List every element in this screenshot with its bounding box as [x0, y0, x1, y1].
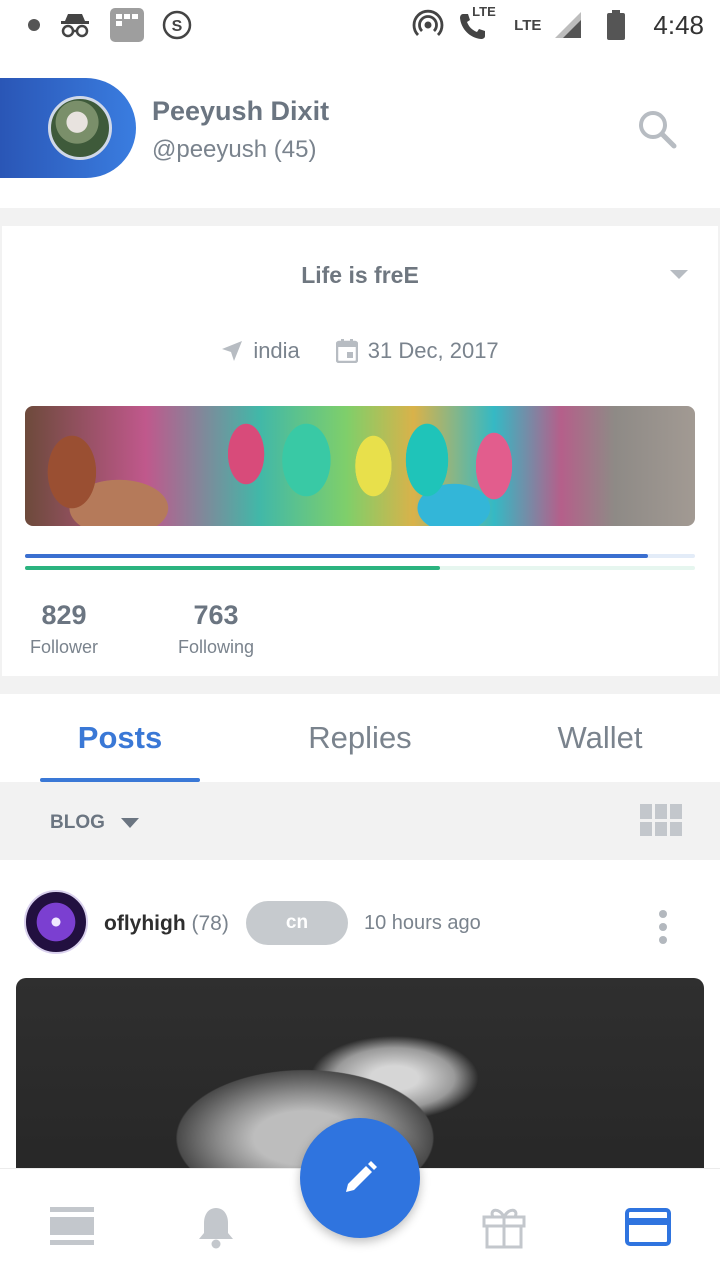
tab-replies[interactable]: Replies [240, 720, 480, 756]
compose-button[interactable] [300, 1118, 420, 1238]
search-icon [639, 111, 677, 149]
gift-icon [482, 1208, 526, 1249]
notification-dot-icon [28, 19, 40, 31]
tab-wallet[interactable]: Wallet [480, 720, 720, 756]
nav-notifications-button[interactable] [192, 1205, 240, 1249]
profile-bio: Life is freE [301, 262, 419, 288]
user-handle: @peeyush (45) [152, 136, 317, 163]
svg-text:S: S [172, 18, 183, 35]
post-author-name: oflyhigh [104, 912, 186, 935]
location-arrow-icon [222, 341, 243, 361]
incognito-icon [58, 11, 92, 39]
nav-wallet-button[interactable] [624, 1205, 672, 1249]
bio-expand-icon[interactable] [670, 270, 688, 279]
profile-tabs: Posts Replies Wallet [0, 694, 720, 782]
grid-view-button[interactable] [640, 804, 682, 836]
wifi-calling-icon: LTE [458, 4, 496, 40]
post-author-avatar[interactable] [24, 890, 88, 954]
chevron-down-icon[interactable] [121, 818, 139, 828]
s-circle-icon: S [162, 10, 192, 40]
hotspot-icon [412, 9, 444, 41]
status-time: 4:48 [653, 9, 704, 40]
profile-joined-date: 31 Dec, 2017 [367, 338, 499, 363]
profile-header: Peeyush Dixit @peeyush (45) [0, 50, 720, 208]
user-name: Peeyush Dixit [152, 96, 330, 126]
calendar-icon [335, 339, 358, 363]
lte-label-2: LTE [514, 17, 542, 34]
bell-icon [199, 1208, 233, 1249]
resource-credit-bar [25, 566, 441, 570]
signal-icon [555, 12, 582, 38]
cover-image [25, 406, 695, 526]
user-avatar[interactable] [48, 96, 112, 160]
more-options-icon[interactable] [656, 910, 670, 944]
following-stat[interactable]: 763 Following [178, 600, 254, 658]
lte-label-1: LTE [472, 4, 496, 19]
following-count: 763 [193, 600, 239, 630]
app-screen: S LTE LTE 4:48 Peeyush Dixit @peeyush (4… [0, 0, 720, 1280]
tab-posts[interactable]: Posts [0, 720, 240, 756]
nav-rewards-button[interactable] [480, 1205, 528, 1249]
post-author-reputation: (78) [191, 912, 229, 935]
follower-label: Follower [30, 637, 99, 657]
feed-filter-bar: BLOG [0, 782, 720, 860]
search-button[interactable] [636, 108, 680, 152]
voting-power-bar [25, 554, 649, 558]
profile-location: india [253, 338, 300, 363]
profile-meta: india 31 Dec, 2017 [2, 338, 718, 364]
wallet-card-icon [625, 1208, 671, 1246]
pencil-icon [346, 1161, 377, 1192]
follower-count: 829 [41, 600, 87, 630]
post-time: 10 hours ago [364, 912, 481, 934]
follower-stat[interactable]: 829 Follower [30, 600, 98, 658]
profile-card: Life is freE india 31 Dec, 2017 829 Foll… [2, 226, 718, 676]
status-bar: S LTE LTE 4:48 [0, 0, 720, 50]
app-grid-icon [110, 8, 144, 42]
following-label: Following [178, 637, 255, 657]
nav-feed-button[interactable] [48, 1205, 96, 1249]
battery-icon [607, 10, 626, 40]
post-author[interactable]: oflyhigh (78) [104, 912, 229, 936]
post-tag[interactable]: cn [246, 901, 348, 945]
feed-type-dropdown[interactable]: BLOG [50, 812, 105, 834]
feed-icon [50, 1207, 94, 1245]
